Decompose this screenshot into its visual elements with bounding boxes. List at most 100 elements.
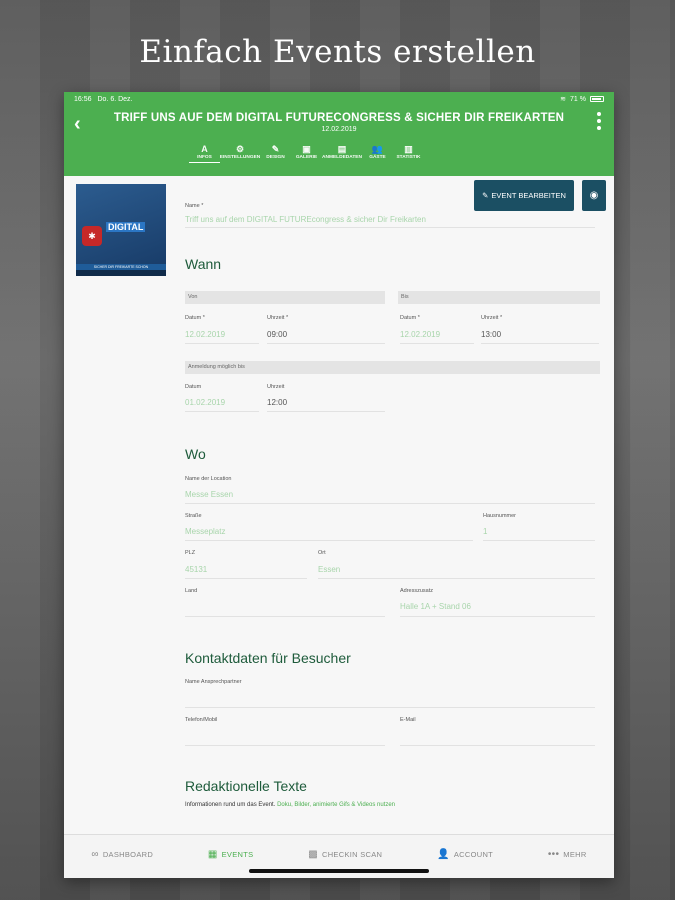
battery-icon <box>590 96 604 102</box>
chart-icon: ▥ <box>404 144 413 154</box>
divider <box>400 616 595 617</box>
nav-label: CHECKIN SCAN <box>322 850 383 859</box>
bis-uhrzeit-field[interactable]: 13:00 <box>481 330 501 339</box>
nav-events[interactable]: ▦ EVENTS <box>208 849 254 860</box>
redaktion-info-text: Informationen rund um das Event. <box>185 802 276 808</box>
calendar-icon: ▦ <box>207 849 218 860</box>
location-label: Name der Location <box>185 476 232 482</box>
anmeldung-datum-field[interactable]: 01.02.2019 <box>185 398 225 407</box>
eye-icon: ◉ <box>589 190 599 201</box>
nav-mehr[interactable]: ••• MEHR <box>548 849 587 860</box>
nav-label: DASHBOARD <box>102 850 154 859</box>
hausnummer-field[interactable]: 1 <box>483 527 487 536</box>
anmeldung-uhrzeit-label: Uhrzeit <box>267 384 285 390</box>
divider <box>185 540 473 541</box>
ansprechpartner-field[interactable] <box>185 707 595 708</box>
pencil-icon: ✎ <box>482 191 489 200</box>
divider <box>185 227 595 228</box>
content-area: ✱ DIGITAL SICHER DIR FREIKARTE SCHON ✎ E… <box>64 176 614 834</box>
bis-uhrzeit-label: Uhrzeit * <box>481 315 503 321</box>
event-poster-image[interactable]: ✱ DIGITAL SICHER DIR FREIKARTE SCHON <box>76 184 166 276</box>
strasse-field[interactable]: Messeplatz <box>185 527 225 536</box>
tab-label: EINSTELLUNGEN <box>219 155 261 160</box>
infos-icon: A <box>201 144 208 154</box>
tab-bar: A INFOS ⚙ EINSTELLUNGEN ✎ DESIGN ▣ GALER… <box>189 144 424 163</box>
name-field[interactable]: Triff uns auf dem DIGITAL FUTUREcongress… <box>185 215 426 224</box>
bis-datum-label: Datum * <box>400 315 420 321</box>
adresszusatz-label: Adresszusatz <box>400 588 434 594</box>
gallery-icon: ▣ <box>302 144 311 154</box>
tab-label: STATISTIK <box>396 155 421 160</box>
anmeldung-bar: Anmeldung möglich bis <box>185 361 600 374</box>
tab-label: DESIGN <box>266 155 285 160</box>
home-indicator[interactable] <box>249 869 429 873</box>
qr-code-icon: ▩ <box>308 849 318 860</box>
location-field[interactable]: Messe Essen <box>185 490 233 499</box>
redaktion-heading: Redaktionelle Texte <box>185 778 307 794</box>
tab-design[interactable]: ✎ DESIGN <box>260 144 291 163</box>
wifi-icon: ≋ <box>560 96 567 103</box>
divider <box>267 411 385 412</box>
telefon-field[interactable] <box>185 745 385 746</box>
tab-galerie[interactable]: ▣ GALERIE <box>291 144 322 163</box>
tab-infos[interactable]: A INFOS <box>189 144 220 163</box>
event-title: TRIFF UNS AUF DEM DIGITAL FUTURECONGRESS… <box>113 112 565 124</box>
edit-event-button[interactable]: ✎ EVENT BEARBEITEN <box>474 180 574 211</box>
ort-label: Ort <box>318 550 326 556</box>
nav-label: EVENTS <box>221 850 254 859</box>
wann-heading: Wann <box>185 256 222 272</box>
von-uhrzeit-label: Uhrzeit * <box>267 315 289 321</box>
nav-label: MEHR <box>563 850 587 859</box>
tab-gaeste[interactable]: 👥 GÄSTE <box>362 144 393 163</box>
divider <box>185 616 385 617</box>
preview-button[interactable]: ◉ <box>582 180 606 211</box>
hausnummer-label: Hausnummer <box>483 513 517 519</box>
email-field[interactable] <box>400 745 595 746</box>
headline: Einfach Events erstellen <box>139 34 536 70</box>
redaktion-info: Informationen rund um das Event. Doku, B… <box>185 802 395 808</box>
redaktion-info-link[interactable]: Doku, Bilder, animierte Gifs & Videos nu… <box>277 802 395 808</box>
more-icon: ••• <box>547 849 560 860</box>
poster-title: DIGITAL <box>106 222 146 232</box>
telefon-label: Telefon/Mobil <box>185 717 218 723</box>
divider <box>185 411 259 412</box>
poster-footer-bar <box>76 270 166 276</box>
event-date: 12.02.2019 <box>321 126 357 133</box>
anmeldung-uhrzeit-field[interactable]: 12:00 <box>267 398 287 407</box>
tab-label: GALERIE <box>295 155 318 160</box>
tablet-screen: 16:56 Do. 6. Dez. ≋ 71 % ‹ TRIFF UNS AUF… <box>64 92 614 878</box>
app-bar: 16:56 Do. 6. Dez. ≋ 71 % ‹ TRIFF UNS AUF… <box>64 92 614 176</box>
nav-dashboard[interactable]: ∞ DASHBOARD <box>91 849 153 860</box>
von-datum-field[interactable]: 12.02.2019 <box>185 330 225 339</box>
ort-field[interactable]: Essen <box>318 565 340 574</box>
plz-label: PLZ <box>185 550 196 556</box>
adresszusatz-field[interactable]: Halle 1A + Stand 06 <box>400 602 471 611</box>
status-bar: 16:56 Do. 6. Dez. ≋ 71 % <box>64 92 614 106</box>
nav-account[interactable]: 👤 ACCOUNT <box>437 849 493 860</box>
poster-badge-icon: ✱ <box>82 226 102 246</box>
user-icon: 👤 <box>437 849 450 860</box>
form-icon: ▤ <box>337 144 347 154</box>
bis-datum-field[interactable]: 12.02.2019 <box>400 330 440 339</box>
overflow-menu-icon[interactable] <box>596 112 602 130</box>
ansprechpartner-label: Name Ansprechpartner <box>185 679 242 685</box>
tab-label: GÄSTE <box>369 155 386 160</box>
von-uhrzeit-field[interactable]: 09:00 <box>267 330 287 339</box>
edit-event-label: EVENT BEARBEITEN <box>491 191 566 200</box>
anmeldung-datum-label: Datum <box>185 384 202 390</box>
name-label: Name * <box>185 203 204 209</box>
von-datum-label: Datum * <box>185 315 205 321</box>
kontakt-heading: Kontaktdaten für Besucher <box>185 650 351 666</box>
gear-icon: ⚙ <box>235 144 245 154</box>
nav-checkin-scan[interactable]: ▩ CHECKIN SCAN <box>308 849 382 860</box>
dashboard-icon: ∞ <box>91 849 99 860</box>
plz-field[interactable]: 45131 <box>185 565 207 574</box>
von-bar: Von <box>185 291 385 304</box>
strasse-label: Straße <box>185 513 202 519</box>
tab-anmeldedaten[interactable]: ▤ ANMELDEDATEN <box>322 144 362 163</box>
tab-einstellungen[interactable]: ⚙ EINSTELLUNGEN <box>219 144 261 163</box>
divider <box>267 343 385 344</box>
divider <box>185 503 595 504</box>
bis-bar: Bis <box>398 291 600 304</box>
tab-statistik[interactable]: ▥ STATISTIK <box>393 144 424 163</box>
